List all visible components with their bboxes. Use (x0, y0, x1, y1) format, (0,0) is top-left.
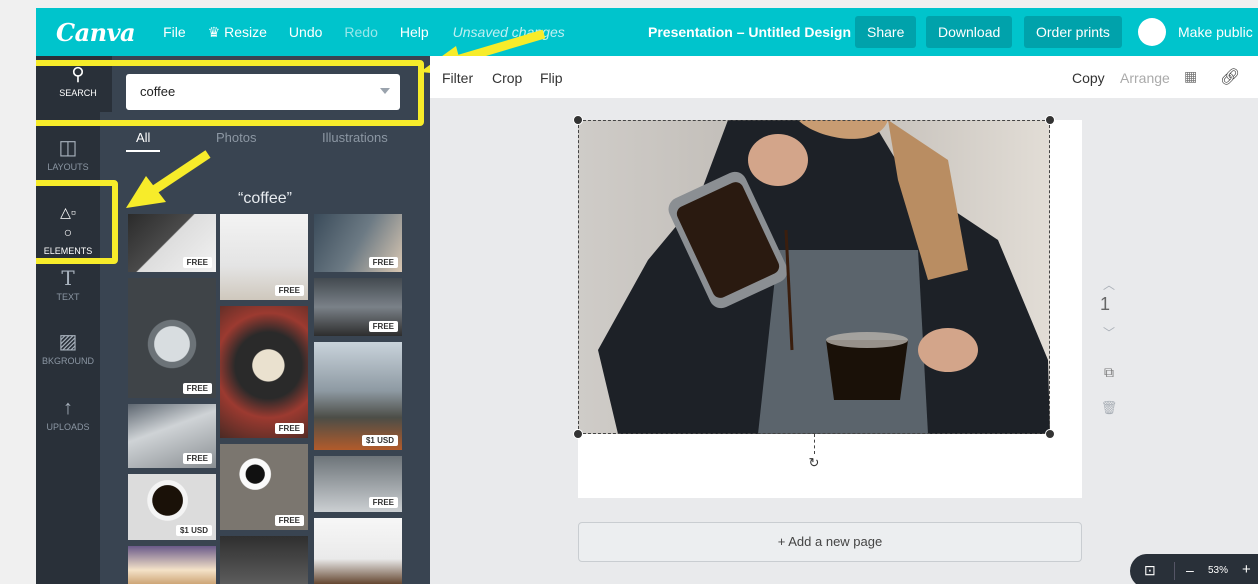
menu-undo[interactable]: Undo (289, 24, 322, 40)
make-public-label[interactable]: Make public (1178, 24, 1253, 40)
zoom-in-button[interactable]: + (1242, 561, 1251, 578)
nav-uploads-label: UPLOADS (46, 422, 90, 432)
nav-text[interactable]: T TEXT (36, 268, 100, 302)
order-prints-button[interactable]: Order prints (1024, 16, 1122, 48)
free-badge: FREE (274, 515, 304, 526)
zoom-control: ⊡ – 53% + (1130, 554, 1258, 584)
result-thumbnail[interactable]: FREE (220, 306, 308, 438)
result-thumbnail[interactable]: FREE (128, 404, 216, 468)
copy-button[interactable]: Copy (1072, 70, 1105, 86)
flip-button[interactable]: Flip (540, 70, 563, 86)
resize-handle[interactable] (573, 115, 583, 125)
result-thumbnail[interactable] (314, 518, 402, 584)
nav-uploads[interactable]: ↑ UPLOADS (36, 398, 100, 432)
result-thumbnail[interactable]: $1 USD (128, 474, 216, 540)
delete-page-icon[interactable]: 🗑︎ (1098, 400, 1120, 416)
price-badge: $1 USD (175, 525, 212, 536)
nav-layouts[interactable]: ◫ LAYOUTS (36, 138, 100, 172)
move-page-up-icon[interactable]: ︿ (1098, 276, 1120, 293)
elements-panel: coffee All Photos Illustrations “coffee”… (100, 56, 430, 584)
page-number: 1 (1100, 294, 1111, 314)
result-thumbnail[interactable] (220, 536, 308, 584)
result-thumbnail[interactable]: FREE (314, 456, 402, 512)
arrange-button[interactable]: Arrange (1120, 70, 1170, 86)
app-frame: Canva File ♛ Resize Undo Redo Help Unsav… (36, 8, 1258, 584)
free-badge: FREE (368, 321, 398, 332)
tab-all[interactable]: All (136, 130, 150, 145)
menu-file[interactable]: File (163, 24, 186, 40)
crown-icon: ♛ (207, 23, 225, 40)
selection-box (578, 120, 1050, 434)
rotate-connector (814, 434, 815, 454)
result-thumbnail[interactable]: $1 USD (314, 342, 402, 450)
crop-button[interactable]: Crop (492, 70, 522, 86)
free-badge: FREE (368, 497, 398, 508)
resize-handle[interactable] (573, 429, 583, 439)
nav-layouts-label: LAYOUTS (47, 162, 89, 172)
free-badge: FREE (274, 285, 304, 296)
resize-handle[interactable] (1045, 429, 1055, 439)
add-page-button[interactable]: + Add a new page (578, 522, 1082, 562)
elements-highlight-box (36, 180, 118, 264)
menu-redo[interactable]: Redo (344, 24, 377, 40)
document-title[interactable]: Presentation – Untitled Design (648, 24, 851, 40)
nav-background[interactable]: ▨ BKGROUND (36, 332, 100, 366)
result-thumbnail[interactable]: FREE (220, 214, 308, 300)
search-highlight-box (36, 60, 424, 126)
free-badge: FREE (182, 453, 212, 464)
tab-illustrations[interactable]: Illustrations (322, 130, 388, 145)
left-nav: ◫ LAYOUTS △▫ ○ ELEMENTS T TEXT ▨ BKGROUND… (36, 56, 100, 584)
result-thumbnail[interactable]: FREE (314, 278, 402, 336)
menu-resize-label: Resize (224, 23, 267, 40)
edit-toolbar: Filter Crop Flip Copy Arrange ▦ 🔗︎ (430, 56, 1258, 98)
free-badge: FREE (182, 257, 212, 268)
move-page-down-icon[interactable]: ﹀ (1098, 324, 1120, 341)
present-icon[interactable]: ⊡ (1144, 562, 1156, 579)
rotate-icon[interactable]: ↻ (805, 454, 823, 472)
background-icon: ▨ (58, 331, 78, 353)
free-badge: FREE (182, 383, 212, 394)
share-button[interactable]: Share (855, 16, 917, 48)
tab-photos[interactable]: Photos (216, 130, 256, 145)
price-badge: $1 USD (361, 435, 398, 446)
upload-icon: ↑ (63, 397, 73, 419)
zoom-level: 53% (1208, 565, 1229, 576)
download-button[interactable]: Download (926, 16, 1013, 48)
make-public-toggle[interactable] (1138, 18, 1166, 46)
result-thumbnail[interactable]: FREE (220, 444, 308, 530)
nav-background-label: BKGROUND (41, 356, 94, 366)
result-thumbnail[interactable]: FREE (128, 278, 216, 398)
filter-button[interactable]: Filter (442, 70, 473, 86)
nav-text-label: TEXT (56, 292, 80, 302)
text-icon: T (61, 266, 75, 290)
layouts-icon: ◫ (58, 137, 78, 159)
annotation-arrow-elements (126, 150, 211, 208)
resize-handle[interactable] (1045, 115, 1055, 125)
free-badge: FREE (368, 257, 398, 268)
duplicate-page-icon[interactable]: ⧉ (1098, 364, 1120, 381)
zoom-out-button[interactable]: – (1186, 562, 1194, 578)
result-thumbnail[interactable]: FREE (314, 214, 402, 272)
result-thumbnail[interactable]: FREE (128, 214, 216, 272)
top-bar: Canva File ♛ Resize Undo Redo Help Unsav… (36, 8, 1258, 56)
result-thumbnail[interactable] (128, 546, 216, 584)
menu-resize[interactable]: ♛ Resize (208, 24, 267, 41)
link-icon[interactable]: 🔗︎ (1220, 67, 1240, 87)
transparency-icon[interactable]: ▦ (1184, 68, 1197, 85)
free-badge: FREE (274, 423, 304, 434)
canva-logo[interactable]: Canva (56, 18, 136, 47)
zoom-divider (1174, 562, 1175, 580)
